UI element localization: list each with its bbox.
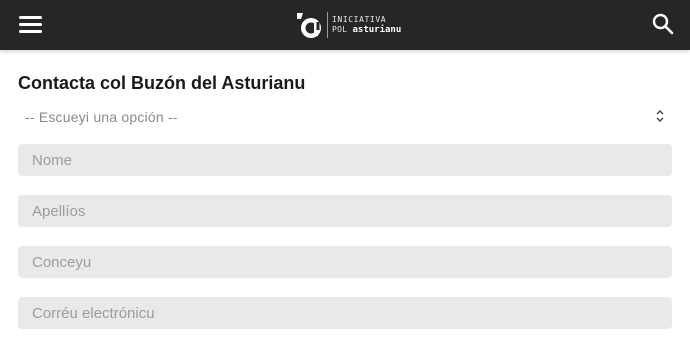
site-logo[interactable]: INICIATIVA POL asturianu xyxy=(294,7,401,43)
contact-form: Contacta col Buzón del Asturianu -- Escu… xyxy=(0,72,690,329)
name-field[interactable] xyxy=(18,144,672,176)
hamburger-menu-icon[interactable] xyxy=(19,14,43,36)
search-icon[interactable] xyxy=(652,13,674,35)
up-down-chevron-icon xyxy=(656,110,664,122)
topic-select[interactable]: -- Escueyi una opción -- xyxy=(18,107,672,127)
page-title: Contacta col Buzón del Asturianu xyxy=(18,73,306,93)
logo-text: INICIATIVA POL asturianu xyxy=(332,15,401,35)
logo-line-2-prefix: POL xyxy=(332,25,348,34)
email-field[interactable] xyxy=(18,297,672,329)
logo-line-2: POL asturianu xyxy=(332,25,401,35)
top-navigation-bar: INICIATIVA POL asturianu xyxy=(0,0,690,50)
surname-field[interactable] xyxy=(18,195,672,227)
topic-select-value: -- Escueyi una opción -- xyxy=(25,109,178,125)
council-field[interactable] xyxy=(18,246,672,278)
logo-line-2-bold: asturianu xyxy=(352,25,402,35)
logo-line-1: INICIATIVA xyxy=(332,15,387,24)
logo-mark-icon xyxy=(297,13,321,38)
logo-divider xyxy=(327,12,328,38)
